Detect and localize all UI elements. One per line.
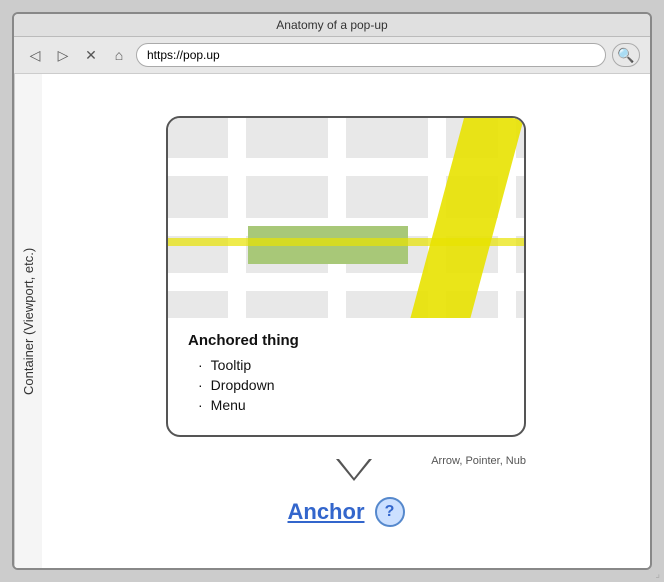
address-bar[interactable] [136, 43, 606, 67]
forward-icon: ▷ [58, 47, 69, 64]
map-area [168, 118, 524, 318]
list-item: Dropdown [198, 377, 504, 393]
arrow-label: Arrow, Pointer, Nub [431, 455, 526, 467]
help-icon: ? [385, 503, 395, 521]
close-icon: ✕ [85, 47, 97, 64]
help-button[interactable]: ? [375, 497, 405, 527]
toolbar: ◁ ▷ ✕ ⌂ 🔍 [14, 37, 650, 74]
forward-button[interactable]: ▷ [52, 44, 74, 66]
search-button[interactable]: 🔍 [612, 43, 640, 67]
anchor-row: Anchor ? [288, 497, 405, 527]
anchored-list: Tooltip Dropdown Menu [188, 357, 504, 413]
popup-body: Anchored thing Tooltip Dropdown Menu [168, 318, 524, 435]
main-area: Anchored thing Tooltip Dropdown Menu Arr… [42, 74, 650, 568]
browser-window: Anatomy of a pop-up ◁ ▷ ✕ ⌂ 🔍 Container … [12, 12, 652, 570]
anchor-link[interactable]: Anchor [288, 499, 365, 525]
search-icon: 🔍 [617, 47, 634, 64]
anchored-thing-title: Anchored thing [188, 332, 504, 349]
sidebar-label: Container (Viewport, etc.) [14, 74, 42, 568]
popup-arrow-area: Arrow, Pointer, Nub [166, 437, 526, 481]
list-item: Menu [198, 397, 504, 413]
popup-container: Anchored thing Tooltip Dropdown Menu [166, 116, 526, 437]
back-icon: ◁ [30, 47, 41, 64]
home-button[interactable]: ⌂ [108, 44, 130, 66]
back-button[interactable]: ◁ [24, 44, 46, 66]
window-title: Anatomy of a pop-up [276, 18, 387, 32]
close-button[interactable]: ✕ [80, 44, 102, 66]
home-icon: ⌂ [115, 47, 123, 63]
list-item: Tooltip [198, 357, 504, 373]
title-bar: Anatomy of a pop-up [14, 14, 650, 37]
browser-content: Container (Viewport, etc.) [14, 74, 650, 568]
popup-arrow [336, 459, 372, 481]
